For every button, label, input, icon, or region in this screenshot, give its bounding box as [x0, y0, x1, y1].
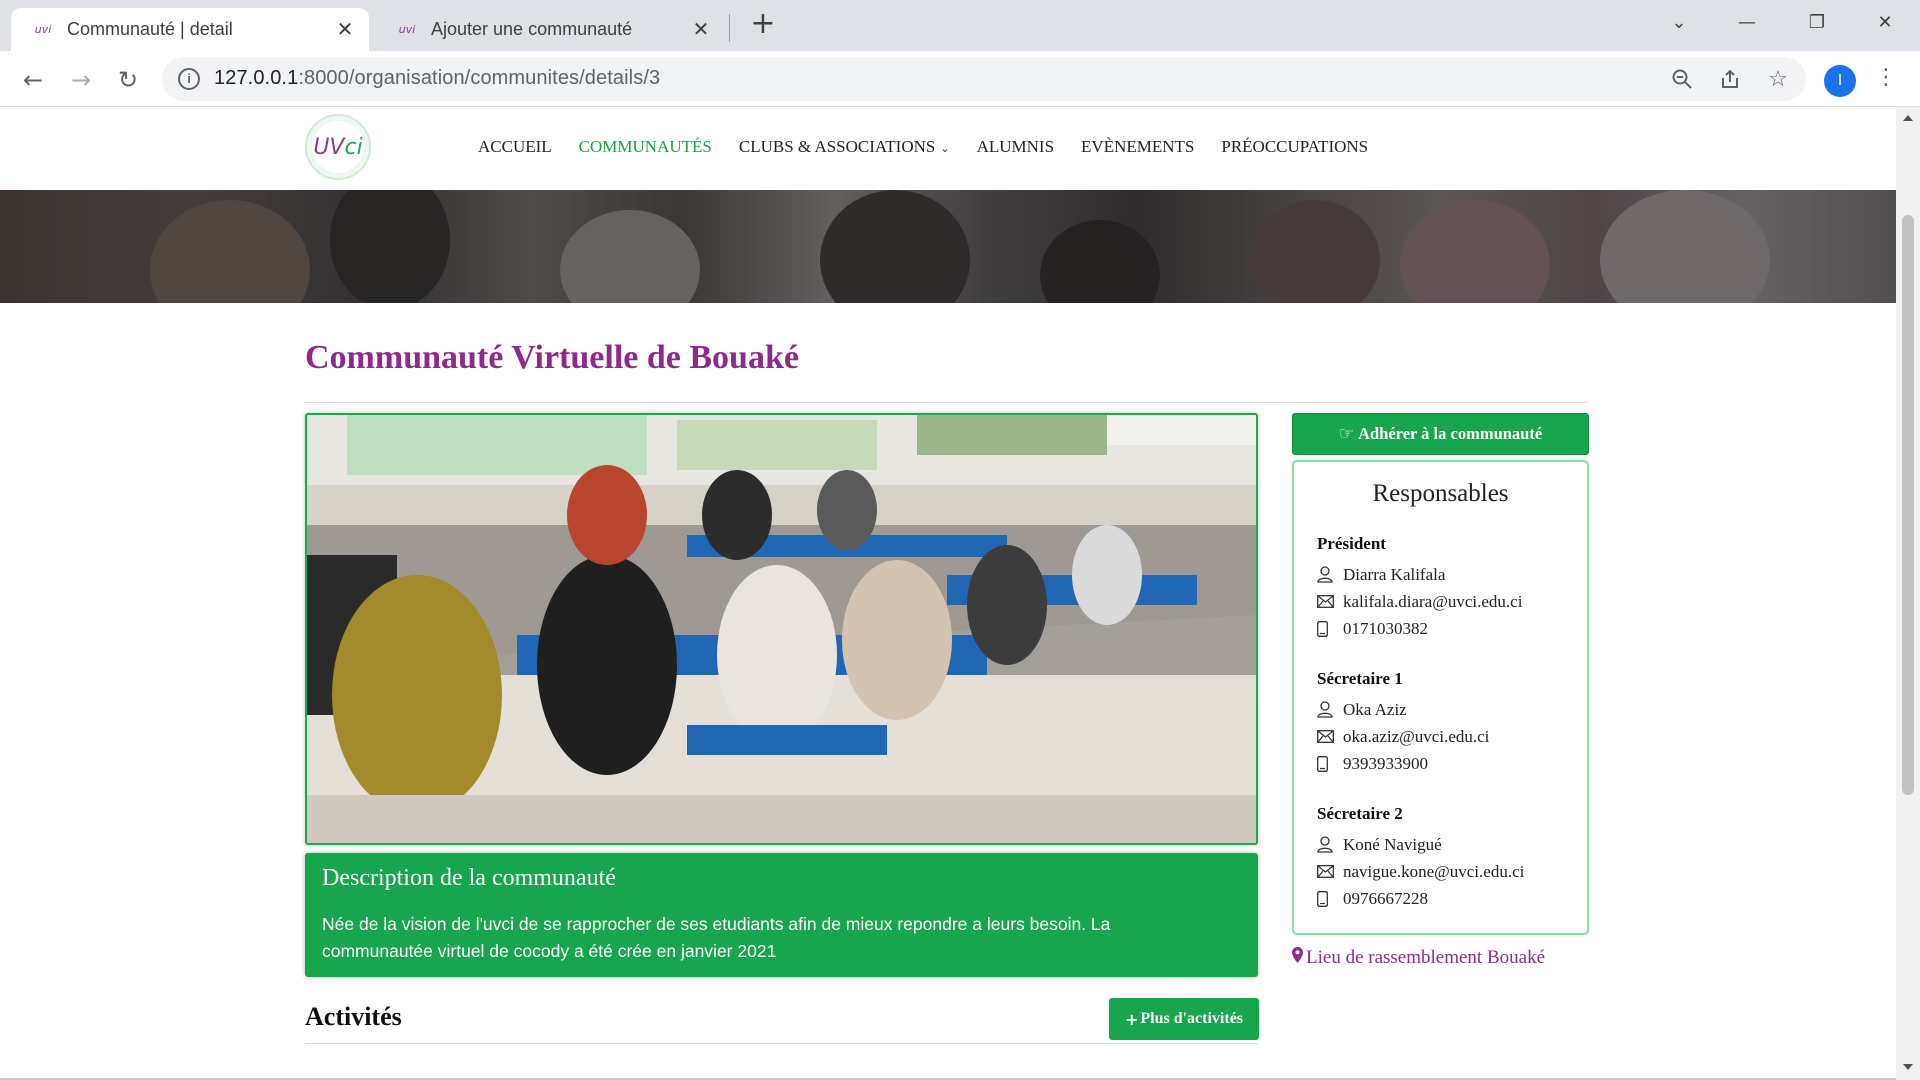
reload-icon[interactable]: ↻ [113, 65, 143, 95]
share-icon[interactable] [1716, 65, 1744, 93]
nav-item-label: CLUBS & ASSOCIATIONS [738, 137, 936, 156]
responsable-name: Koné Navigué [1343, 834, 1442, 854]
join-community-button[interactable]: ☞ Adhérer à la communauté [1292, 413, 1589, 455]
site-header: UV ci ACCUEIL COMMUNAUTÉS CLUBS & ASSOCIA… [0, 107, 1896, 190]
zoom-icon[interactable] [1668, 65, 1696, 93]
page-title: Communauté Virtuelle de Bouaké [305, 339, 799, 376]
chevron-down-icon: ⌄ [940, 142, 950, 155]
page-scrollbar[interactable] [1896, 107, 1920, 1080]
bookmark-star-icon[interactable]: ☆ [1764, 65, 1792, 93]
user-icon [1317, 700, 1343, 720]
description-card: Description de la communauté Née de la v… [305, 853, 1258, 977]
browser-tab-strip: uvi Communauté | detail ✕ uvi Ajouter un… [0, 0, 1920, 51]
tab-title: Ajouter une communauté [431, 19, 633, 39]
nav-item-evenements[interactable]: EVÈNEMENTS [1081, 137, 1194, 157]
main-nav: ACCUEIL COMMUNAUTÉS CLUBS & ASSOCIATIONS… [478, 137, 1395, 157]
uvci-favicon-icon: uvi [398, 23, 416, 36]
phone-icon [1317, 754, 1343, 774]
responsables-card: Responsables Président Diarra Kalifala k… [1292, 460, 1589, 935]
tab-title: Communauté | detail [67, 19, 233, 39]
responsable-email[interactable]: kalifala.diara@uvci.edu.ci [1343, 592, 1522, 612]
envelope-icon [1317, 727, 1343, 747]
responsable-name: Diarra Kalifala [1343, 564, 1446, 584]
site-info-icon[interactable]: i [178, 68, 200, 90]
envelope-icon [1317, 592, 1343, 612]
close-window-icon[interactable]: ✕ [1867, 8, 1903, 36]
close-tab-icon[interactable]: ✕ [687, 16, 715, 44]
user-icon [1317, 565, 1343, 585]
responsable-president: Président Diarra Kalifala kalifala.diara… [1317, 534, 1577, 642]
tab-search-chevron-icon[interactable]: ⌄ [1661, 8, 1697, 36]
title-divider [305, 402, 1588, 403]
uvci-logo[interactable]: UV ci [305, 114, 371, 180]
more-activities-label: Plus d'activités [1140, 1010, 1244, 1027]
new-tab-button[interactable]: + [748, 9, 778, 40]
activities-divider [305, 1043, 1258, 1044]
classroom-photo [307, 415, 1256, 843]
responsable-phone: 9393933900 [1343, 753, 1428, 773]
description-title: Description de la communauté [322, 865, 616, 891]
nav-item-communautes[interactable]: COMMUNAUTÉS [579, 137, 712, 157]
close-tab-icon[interactable]: ✕ [331, 16, 359, 44]
user-icon [1317, 835, 1343, 855]
forward-arrow-icon[interactable]: → [66, 65, 96, 95]
url-text[interactable]: 127.0.0.1:8000/organisation/communites/d… [214, 67, 660, 90]
uvci-favicon-icon: uvi [34, 23, 52, 36]
responsable-phone: 0976667228 [1343, 888, 1428, 908]
hero-banner [0, 190, 1896, 303]
description-text: Née de la vision de l'uvci de se rapproc… [322, 914, 1111, 961]
scroll-up-arrow-icon[interactable] [1903, 115, 1913, 121]
profile-avatar[interactable]: I [1824, 65, 1856, 97]
more-activities-button[interactable]: + Plus d'activités [1109, 998, 1259, 1040]
responsable-phone: 0171030382 [1343, 618, 1428, 638]
map-marker-icon [1292, 947, 1303, 968]
envelope-icon [1317, 862, 1343, 882]
role-label: Président [1317, 534, 1386, 553]
phone-icon [1317, 889, 1343, 909]
back-arrow-icon[interactable]: ← [18, 65, 48, 95]
tab-communaute-detail[interactable]: uvi Communauté | detail ✕ [11, 8, 369, 51]
activities-title: Activités [305, 1002, 402, 1031]
phone-icon [1317, 619, 1343, 639]
browser-toolbar: ← → ↻ i 127.0.0.1:8000/organisation/comm… [0, 51, 1920, 107]
page-viewport: UV ci ACCUEIL COMMUNAUTÉS CLUBS & ASSOCIA… [0, 107, 1896, 1080]
join-label: Adhérer à la communauté [1358, 424, 1543, 443]
role-label: Sécretaire 1 [1317, 669, 1403, 688]
nav-item-accueil[interactable]: ACCUEIL [478, 137, 552, 157]
responsable-name: Oka Aziz [1343, 699, 1407, 719]
scroll-down-arrow-icon[interactable] [1903, 1064, 1913, 1070]
tab-ajouter-communaute[interactable]: uvi Ajouter une communauté ✕ [375, 8, 725, 51]
plus-icon: + [1124, 1009, 1139, 1029]
nav-item-clubs-associations[interactable]: CLUBS & ASSOCIATIONS ⌄ [739, 137, 950, 157]
responsables-title: Responsables [1372, 480, 1509, 507]
role-label: Sécretaire 2 [1317, 804, 1403, 823]
responsable-secretaire-2: Sécretaire 2 Koné Navigué navigue.kone@u… [1317, 804, 1577, 912]
tab-separator [729, 14, 730, 42]
address-bar[interactable]: i 127.0.0.1:8000/organisation/communites… [162, 57, 1806, 101]
rally-label: Lieu de rassemblement Bouaké [1306, 947, 1546, 968]
browser-menu-icon[interactable]: ⋮ [1874, 65, 1898, 95]
nav-item-preoccupations[interactable]: PRÉOCCUPATIONS [1221, 137, 1368, 157]
restore-window-icon[interactable]: ❐ [1799, 8, 1835, 36]
responsable-email[interactable]: oka.aziz@uvci.edu.ci [1343, 727, 1489, 747]
responsable-secretaire-1: Sécretaire 1 Oka Aziz oka.aziz@uvci.edu.… [1317, 669, 1577, 777]
scrollbar-thumb[interactable] [1902, 215, 1914, 795]
nav-item-alumnis[interactable]: ALUMNIS [977, 137, 1054, 157]
minimize-window-icon[interactable]: — [1729, 8, 1765, 36]
community-photo [305, 413, 1258, 845]
responsable-email[interactable]: navigue.kone@uvci.edu.ci [1343, 862, 1524, 882]
hand-pointer-icon: ☞ [1338, 424, 1355, 444]
rally-location-link[interactable]: Lieu de rassemblement Bouaké [1292, 947, 1545, 969]
